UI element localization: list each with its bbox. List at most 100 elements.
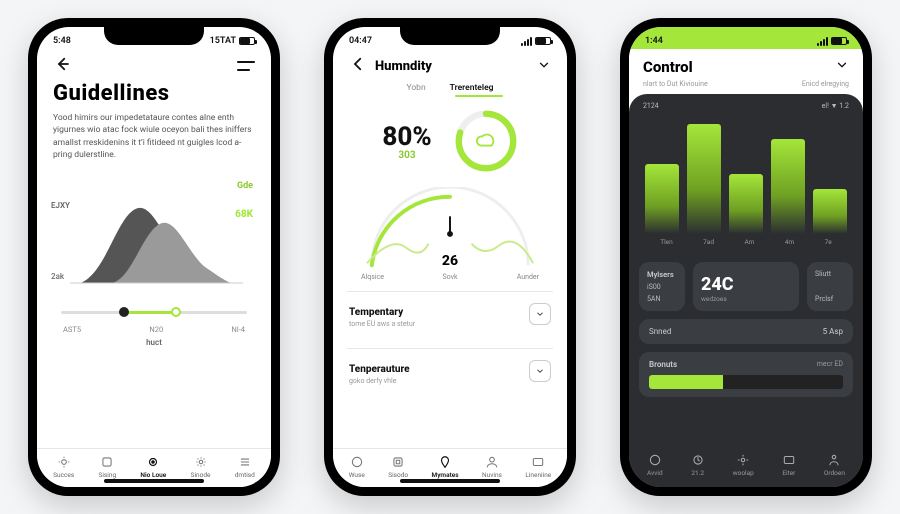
nav-item-2[interactable]: Mymates <box>432 455 459 479</box>
slider-handle-right[interactable] <box>171 307 181 317</box>
nav-label: dmtisd <box>235 471 255 479</box>
nav-label: Sisodo <box>388 471 408 479</box>
card-mylsers[interactable]: Mylsers iS00 5AN <box>639 262 685 311</box>
temperature-gauge: 26 Sovk Alqsice Aunder <box>351 187 549 275</box>
nav-label: Sinode <box>191 471 211 479</box>
dark-panel: 2124 el! ▼ 1.2 Tlen7adAm4m7e Mylsers iS0… <box>629 94 863 487</box>
back-icon[interactable] <box>349 55 367 77</box>
segmented-tabs: Yobn Trerenteleg <box>333 81 567 97</box>
nav-item-4[interactable]: Ordoen <box>824 453 845 477</box>
row-sub: tome EU aws a stetur <box>349 320 415 328</box>
nav-item-1[interactable]: Sisodo <box>388 455 408 479</box>
chevron-down-icon[interactable] <box>537 57 551 76</box>
notch <box>104 27 204 45</box>
x-tick-2: Am <box>744 238 754 246</box>
nav-item-1[interactable]: 21.2 <box>691 453 705 477</box>
card-row-1: Sliutt <box>815 270 845 278</box>
nav-label: Ordoen <box>824 469 845 477</box>
nav-item-1[interactable]: Sising <box>98 455 116 479</box>
bronuts-title: Bronuts <box>649 360 677 369</box>
x-tick-0: Tlen <box>660 238 673 246</box>
nav-item-2[interactable]: woolap <box>733 453 754 477</box>
notch <box>400 27 500 45</box>
tick-0: AST5 <box>63 325 81 334</box>
battery-icon <box>535 37 551 45</box>
slider-ticks: AST5 N20 Nl-4 <box>63 325 245 334</box>
tab-trerenteleg[interactable]: Trerenteleg <box>450 83 494 93</box>
phone-humidity: 04:47 Humndity Yobn Trerenteleg 80% 303 <box>324 18 576 496</box>
nav-label: Nuvins <box>482 471 502 479</box>
menu-icon[interactable] <box>237 61 255 71</box>
bar-0 <box>645 164 679 234</box>
nav-item-3[interactable]: Eiter <box>782 453 796 477</box>
nav-item-0[interactable]: Succes <box>53 455 74 479</box>
nav-label: woolap <box>733 469 754 477</box>
nav-item-0[interactable]: Avvid <box>647 453 663 477</box>
nav-item-2[interactable]: Nio Loue <box>140 455 166 479</box>
nav-item-4[interactable]: Lineniine <box>525 455 551 479</box>
nav-label: Lineniine <box>525 471 551 479</box>
chart-y-label-1: EJXY <box>51 201 70 210</box>
nav-label: Nio Loue <box>140 471 166 479</box>
subheader-row: nlart to Dut Kiviouine Enicd elregying <box>629 80 863 94</box>
bottom-nav: Avvid 21.2 woolap Eiter Ordoen <box>629 447 863 487</box>
card-label: Mylsers <box>647 270 677 279</box>
chevron-down-icon[interactable] <box>835 57 849 76</box>
nav-label: Succes <box>53 471 74 479</box>
card-bronuts[interactable]: Bronuts mecr ED <box>639 352 853 397</box>
page-title: Guidellines <box>53 81 255 106</box>
range-slider[interactable] <box>61 303 247 321</box>
status-time: 5:48 <box>53 36 71 46</box>
chart-y-label-2: 2ak <box>51 272 64 281</box>
tick-2: Nl-4 <box>232 325 245 334</box>
nav-item-0[interactable]: Wuse <box>349 455 365 479</box>
chart-label-g: Gde <box>237 181 253 191</box>
nav-label: Eiter <box>782 469 795 477</box>
bar-2 <box>729 174 763 234</box>
nav-label: Avvid <box>647 469 663 477</box>
nav-label: Wuse <box>349 471 365 479</box>
nav-label: 21.2 <box>691 469 704 477</box>
signal-icon <box>521 37 532 46</box>
row-right: 5 Asp <box>823 327 843 336</box>
card-temperature[interactable]: 24C wedzoes <box>693 262 799 311</box>
card-big-value: 24C <box>701 274 791 295</box>
bar-3 <box>771 139 805 234</box>
expand-button[interactable] <box>529 303 551 325</box>
area-chart: Gde 68K EJXY 2ak <box>49 173 259 293</box>
panel-top-right: el! ▼ 1.2 <box>822 102 849 110</box>
card-row-1: iS00 <box>647 283 677 291</box>
row-left: Snned <box>649 327 671 336</box>
x-tick-3: 4m <box>785 238 794 246</box>
subheader-right: Enicd elregying <box>802 80 849 88</box>
status-bar: 1:44 <box>629 27 863 49</box>
x-tick-1: 7ad <box>703 238 714 246</box>
card-row-2: Prclsf <box>815 295 845 303</box>
slider-handle-left[interactable] <box>119 307 129 317</box>
nav-label: Sising <box>98 471 116 479</box>
tab-yobn[interactable]: Yobn <box>407 83 426 93</box>
bar-4 <box>813 189 847 234</box>
row-temperature[interactable]: Tenperauturegoko derfy vhle <box>347 348 553 389</box>
chart-label-k: 68K <box>235 209 253 220</box>
battery-icon <box>831 37 847 45</box>
phone-control: 1:44 Control nlart to Dut Kiviouine Enic… <box>620 18 872 496</box>
back-icon[interactable] <box>53 55 71 77</box>
signal-icon <box>817 37 828 46</box>
nav-item-3[interactable]: Sinode <box>191 455 211 479</box>
card-right[interactable]: Sliutt Prclsf <box>807 262 853 311</box>
nav-item-3[interactable]: Nuvins <box>482 455 502 479</box>
row-tempentary[interactable]: Tempentarytome EU aws a stetur <box>347 291 553 332</box>
nav-item-4[interactable]: dmtisd <box>235 455 255 479</box>
tick-1: N20 <box>149 325 163 334</box>
nav-label: Mymates <box>432 471 459 479</box>
bar-chart: Tlen7adAm4m7e <box>637 114 855 254</box>
status-right-text: 15TAT <box>210 36 236 46</box>
expand-button[interactable] <box>529 360 551 382</box>
home-indicator <box>104 479 204 483</box>
row-snned[interactable]: Snned 5 Asp <box>639 319 853 344</box>
row-title: Tenperauture <box>349 364 410 375</box>
progress-bar <box>649 375 843 389</box>
card-row-2: 5AN <box>647 295 677 303</box>
page-title: Control <box>643 58 693 76</box>
